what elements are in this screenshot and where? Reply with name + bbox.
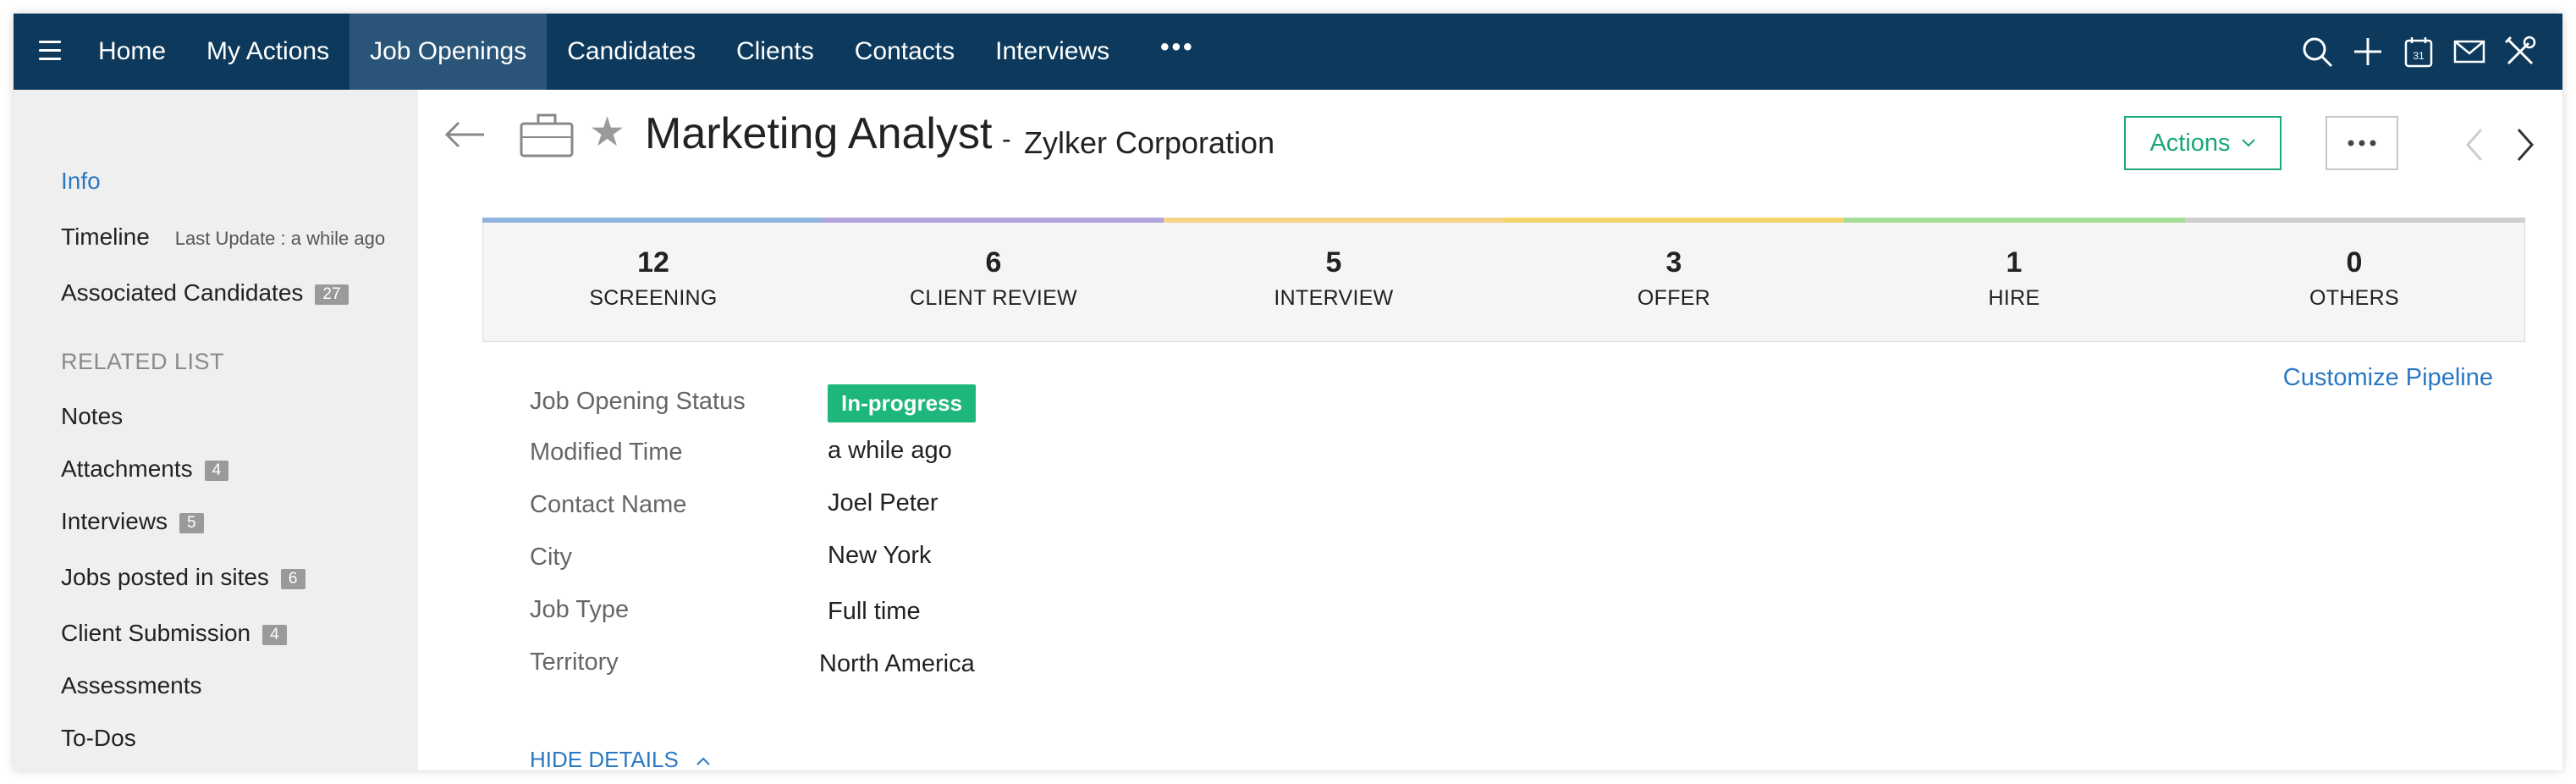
- sidebar-item-info[interactable]: Info: [61, 168, 101, 195]
- briefcase-icon: [520, 113, 574, 157]
- page-title: Marketing Analyst: [645, 109, 993, 158]
- sidebar: Info Timeline Last Update : a while ago A…: [14, 90, 418, 770]
- sidebar-item-jobs-posted[interactable]: Jobs posted in sites 6: [61, 564, 305, 591]
- sidebar-item-label: Assessments: [61, 672, 202, 698]
- nav-clients[interactable]: Clients: [716, 14, 834, 90]
- count-badge: 6: [280, 568, 305, 589]
- title-separator: -: [1002, 124, 1011, 154]
- stage-count: 12: [637, 246, 669, 279]
- status-label: Job Opening Status: [530, 388, 746, 415]
- nav-my-actions[interactable]: My Actions: [186, 14, 350, 90]
- hide-details-toggle[interactable]: HIDE DETAILS: [530, 747, 711, 770]
- field-value-modified-time: a while ago: [828, 437, 952, 464]
- sidebar-item-interviews[interactable]: Interviews 5: [61, 508, 204, 535]
- sidebar-item-associated-candidates[interactable]: Associated Candidates 27: [61, 279, 349, 306]
- stage-count: 6: [985, 246, 1002, 279]
- last-update-text: Last Update : a while ago: [174, 228, 386, 249]
- stage-label: OTHERS: [2309, 286, 2399, 310]
- pipeline-stage-others[interactable]: 0 OTHERS: [2184, 219, 2524, 341]
- actions-button-label: Actions: [2149, 129, 2231, 157]
- stage-count: 1: [2006, 246, 2023, 279]
- stage-count: 5: [1325, 246, 1342, 279]
- sidebar-item-assessments[interactable]: Assessments: [61, 672, 202, 699]
- nav-more-icon[interactable]: •••: [1130, 14, 1225, 90]
- field-value-job-type: Full time: [828, 598, 921, 625]
- app-window: Home My Actions Job Openings Candidates …: [14, 14, 2562, 770]
- stage-label: INTERVIEW: [1274, 286, 1394, 310]
- search-icon[interactable]: [2292, 26, 2342, 77]
- sidebar-item-label: Attachments: [61, 455, 193, 482]
- stage-count: 0: [2346, 246, 2363, 279]
- top-navigation-bar: Home My Actions Job Openings Candidates …: [14, 14, 2562, 90]
- stage-label: OFFER: [1637, 286, 1711, 310]
- count-badge: 4: [262, 624, 287, 645]
- stage-label: SCREENING: [589, 286, 718, 310]
- field-label-job-type: Job Type: [530, 596, 630, 623]
- count-badge: 5: [179, 512, 204, 533]
- actions-button[interactable]: Actions: [2124, 116, 2282, 170]
- pipeline-stage-hire[interactable]: 1 HIRE: [1844, 219, 2184, 341]
- next-record-icon[interactable]: [2515, 127, 2535, 163]
- chevron-up-icon: [696, 757, 710, 765]
- pipeline-stage-client-review[interactable]: 6 CLIENT REVIEW: [823, 219, 1164, 341]
- field-value-contact-name[interactable]: Joel Peter: [828, 489, 938, 517]
- sidebar-item-client-submission[interactable]: Client Submission 4: [61, 620, 287, 647]
- count-badge: 4: [204, 460, 229, 481]
- sidebar-item-label: Client Submission: [61, 620, 251, 646]
- previous-record-icon[interactable]: [2464, 127, 2485, 163]
- field-label-contact-name: Contact Name: [530, 491, 687, 518]
- field-label-city: City: [530, 544, 572, 571]
- back-arrow-icon[interactable]: [443, 120, 486, 149]
- pipeline-stage-screening[interactable]: 12 SCREENING: [483, 219, 823, 341]
- sidebar-item-label: To-Dos: [61, 725, 136, 751]
- sidebar-item-timeline[interactable]: Timeline Last Update : a while ago: [61, 224, 385, 251]
- tools-icon[interactable]: [2495, 26, 2546, 77]
- nav-job-openings[interactable]: Job Openings: [350, 14, 548, 90]
- hide-details-label: HIDE DETAILS: [530, 747, 679, 770]
- nav-candidates[interactable]: Candidates: [547, 14, 716, 90]
- menu-icon[interactable]: [39, 41, 61, 61]
- status-badge: In-progress: [828, 384, 977, 422]
- sidebar-item-label: Notes: [61, 403, 124, 429]
- nav-interviews[interactable]: Interviews: [975, 14, 1130, 90]
- field-label-territory: Territory: [530, 649, 619, 676]
- field-label-modified-time: Modified Time: [530, 439, 683, 466]
- calendar-day: 31: [2413, 50, 2425, 62]
- sidebar-item-label: Interviews: [61, 508, 168, 534]
- pipeline-stage-interview[interactable]: 5 INTERVIEW: [1164, 219, 1504, 341]
- field-value-city: New York: [828, 542, 932, 569]
- calendar-icon[interactable]: 31: [2393, 26, 2444, 77]
- more-dots-icon: [2348, 140, 2376, 146]
- pipeline-stage-offer[interactable]: 3 OFFER: [1504, 219, 1844, 341]
- stage-label: CLIENT REVIEW: [910, 286, 1077, 310]
- related-list-heading: RELATED LIST: [61, 349, 225, 374]
- nav-icon-group: 31: [2292, 14, 2546, 90]
- customize-pipeline-link[interactable]: Customize Pipeline: [2283, 364, 2493, 392]
- count-badge: 27: [315, 284, 349, 305]
- sidebar-item-todos[interactable]: To-Dos: [61, 725, 136, 752]
- sidebar-item-label: Associated Candidates: [61, 279, 304, 306]
- field-value-territory: North America: [819, 650, 975, 677]
- main-content: ★ Marketing Analyst - Zylker Corporation…: [418, 90, 2562, 770]
- sidebar-item-label: Jobs posted in sites: [61, 564, 269, 590]
- favorite-star-icon[interactable]: ★: [589, 108, 625, 156]
- stage-label: HIRE: [1988, 286, 2040, 310]
- mail-icon[interactable]: [2444, 26, 2495, 77]
- stage-count: 3: [1665, 246, 1682, 279]
- sidebar-item-attachments[interactable]: Attachments 4: [61, 455, 229, 483]
- hiring-pipeline: 12 SCREENING 6 CLIENT REVIEW 5 INTERVIEW…: [482, 218, 2525, 342]
- main-nav: Home My Actions Job Openings Candidates …: [78, 14, 1225, 90]
- nav-home[interactable]: Home: [78, 14, 186, 90]
- sidebar-item-notes[interactable]: Notes: [61, 403, 123, 430]
- sidebar-item-label: Timeline: [61, 224, 150, 250]
- client-name[interactable]: Zylker Corporation: [1024, 125, 1274, 161]
- nav-contacts[interactable]: Contacts: [834, 14, 975, 90]
- chevron-down-icon: [2241, 139, 2255, 147]
- plus-icon[interactable]: [2342, 26, 2393, 77]
- more-options-button[interactable]: [2326, 116, 2398, 170]
